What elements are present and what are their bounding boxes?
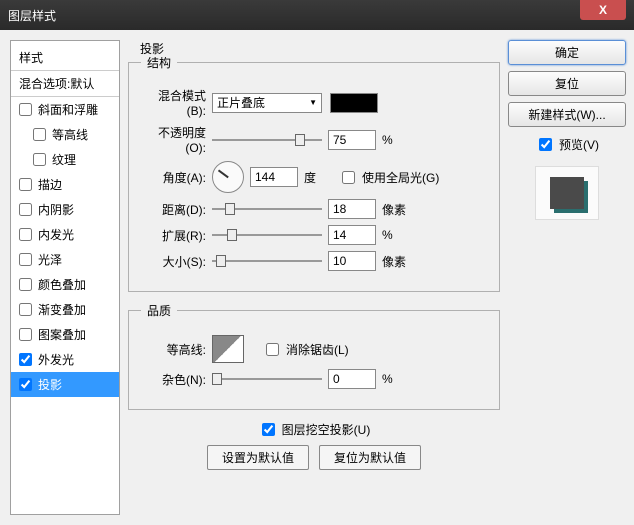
action-panel: 确定 复位 新建样式(W)... 预览(V)	[508, 40, 626, 515]
opacity-unit: %	[382, 133, 410, 147]
styles-header: 样式	[11, 45, 119, 71]
size-slider[interactable]	[212, 253, 322, 269]
antialias-checkbox[interactable]: 消除锯齿(L)	[262, 340, 349, 359]
style-item-11[interactable]: 投影	[11, 372, 119, 397]
style-item-checkbox[interactable]	[19, 228, 32, 241]
style-item-checkbox[interactable]	[33, 128, 46, 141]
style-item-label: 外发光	[38, 351, 74, 368]
structure-group: 结构 混合模式(B): 正片叠底 ▼ 不透明度(O): % 角度(A): 度	[128, 54, 500, 292]
angle-dial[interactable]	[212, 161, 244, 193]
style-item-checkbox[interactable]	[19, 328, 32, 341]
quality-group: 品质 等高线: 消除锯齿(L) 杂色(N): %	[128, 302, 500, 410]
noise-label: 杂色(N):	[141, 371, 206, 388]
style-item-checkbox[interactable]	[19, 353, 32, 366]
style-item-label: 等高线	[52, 126, 88, 143]
style-item-label: 内阴影	[38, 201, 74, 218]
style-item-label: 描边	[38, 176, 62, 193]
style-item-label: 颜色叠加	[38, 276, 86, 293]
shadow-color-swatch[interactable]	[330, 93, 378, 113]
cancel-button[interactable]: 复位	[508, 71, 626, 96]
noise-input[interactable]	[328, 369, 376, 389]
spread-label: 扩展(R):	[141, 227, 206, 244]
style-item-2[interactable]: 纹理	[11, 147, 119, 172]
style-item-checkbox[interactable]	[19, 253, 32, 266]
style-item-1[interactable]: 等高线	[11, 122, 119, 147]
knockout-checkbox[interactable]: 图层挖空投影(U)	[128, 420, 500, 439]
style-item-7[interactable]: 颜色叠加	[11, 272, 119, 297]
style-item-label: 光泽	[38, 251, 62, 268]
style-item-label: 投影	[38, 376, 62, 393]
style-item-6[interactable]: 光泽	[11, 247, 119, 272]
quality-legend: 品质	[141, 302, 177, 319]
size-unit: 像素	[382, 253, 410, 270]
opacity-label: 不透明度(O):	[141, 124, 206, 155]
angle-unit: 度	[304, 169, 332, 186]
settings-panel: 投影 结构 混合模式(B): 正片叠底 ▼ 不透明度(O): % 角度(A):	[128, 40, 500, 515]
distance-label: 距离(D):	[141, 201, 206, 218]
titlebar: 图层样式 X	[0, 0, 634, 30]
distance-unit: 像素	[382, 201, 410, 218]
style-item-label: 渐变叠加	[38, 301, 86, 318]
style-item-checkbox[interactable]	[19, 178, 32, 191]
blend-options-item[interactable]: 混合选项:默认	[11, 71, 119, 97]
opacity-input[interactable]	[328, 130, 376, 150]
angle-label: 角度(A):	[141, 169, 206, 186]
window-title: 图层样式	[8, 7, 626, 24]
blend-mode-value: 正片叠底	[217, 94, 265, 111]
preview-thumbnail	[535, 166, 599, 220]
style-item-label: 纹理	[52, 151, 76, 168]
distance-input[interactable]	[328, 199, 376, 219]
style-item-10[interactable]: 外发光	[11, 347, 119, 372]
spread-unit: %	[382, 228, 410, 242]
spread-slider[interactable]	[212, 227, 322, 243]
style-item-8[interactable]: 渐变叠加	[11, 297, 119, 322]
preview-checkbox[interactable]: 预览(V)	[508, 135, 626, 154]
global-light-checkbox[interactable]: 使用全局光(G)	[338, 168, 439, 187]
style-item-4[interactable]: 内阴影	[11, 197, 119, 222]
style-item-label: 内发光	[38, 226, 74, 243]
distance-slider[interactable]	[212, 201, 322, 217]
close-button[interactable]: X	[580, 0, 626, 20]
style-item-label: 斜面和浮雕	[38, 101, 98, 118]
style-item-3[interactable]: 描边	[11, 172, 119, 197]
reset-default-button[interactable]: 复位为默认值	[319, 445, 421, 470]
spread-input[interactable]	[328, 225, 376, 245]
panel-title: 投影	[136, 40, 168, 57]
contour-picker[interactable]	[212, 335, 244, 363]
ok-button[interactable]: 确定	[508, 40, 626, 65]
dialog-body: 样式 混合选项:默认 斜面和浮雕等高线纹理描边内阴影内发光光泽颜色叠加渐变叠加图…	[0, 30, 634, 525]
style-item-5[interactable]: 内发光	[11, 222, 119, 247]
style-item-checkbox[interactable]	[19, 303, 32, 316]
size-input[interactable]	[328, 251, 376, 271]
chevron-down-icon: ▼	[309, 98, 317, 107]
style-item-checkbox[interactable]	[19, 278, 32, 291]
style-item-9[interactable]: 图案叠加	[11, 322, 119, 347]
style-item-checkbox[interactable]	[33, 153, 46, 166]
blend-mode-label: 混合模式(B):	[141, 87, 206, 118]
style-item-label: 图案叠加	[38, 326, 86, 343]
contour-label: 等高线:	[141, 341, 206, 358]
style-item-0[interactable]: 斜面和浮雕	[11, 97, 119, 122]
size-label: 大小(S):	[141, 253, 206, 270]
noise-slider[interactable]	[212, 371, 322, 387]
new-style-button[interactable]: 新建样式(W)...	[508, 102, 626, 127]
angle-input[interactable]	[250, 167, 298, 187]
set-default-button[interactable]: 设置为默认值	[207, 445, 309, 470]
style-item-checkbox[interactable]	[19, 203, 32, 216]
noise-unit: %	[382, 372, 410, 386]
blend-mode-select[interactable]: 正片叠底 ▼	[212, 93, 322, 113]
style-item-checkbox[interactable]	[19, 103, 32, 116]
style-item-checkbox[interactable]	[19, 378, 32, 391]
opacity-slider[interactable]	[212, 132, 322, 148]
styles-list: 样式 混合选项:默认 斜面和浮雕等高线纹理描边内阴影内发光光泽颜色叠加渐变叠加图…	[10, 40, 120, 515]
